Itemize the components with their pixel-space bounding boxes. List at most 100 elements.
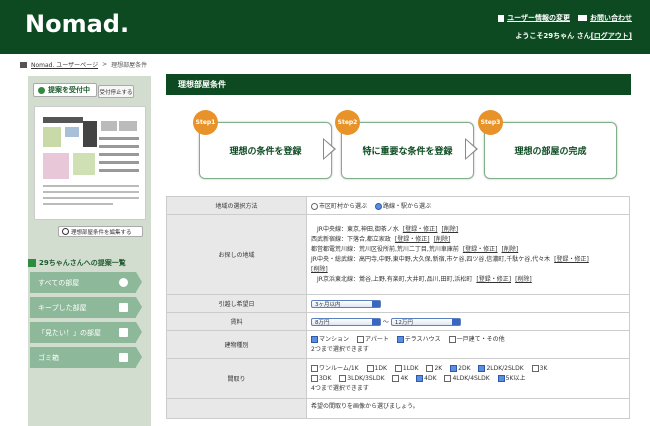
layout-option-label: 1LDK bbox=[402, 364, 419, 372]
delete-link[interactable]: [削除] bbox=[502, 246, 519, 253]
layout-option[interactable]: 3K bbox=[531, 364, 547, 372]
area-method-option-city[interactable]: 市区町村から選ぶ bbox=[311, 203, 367, 210]
checkbox[interactable] bbox=[366, 364, 374, 372]
area-method-value: 市区町村から選ぶ 路線・駅から選ぶ bbox=[306, 196, 630, 215]
rent-max-select[interactable]: 12万円 bbox=[390, 318, 461, 327]
building-type-option-label: 一戸建て・その他 bbox=[456, 335, 505, 343]
user-info-change-link[interactable]: ユーザー情報の変更 bbox=[498, 13, 570, 23]
contact-label: お問い合わせ bbox=[590, 14, 632, 22]
layout-value: ワンルーム/1K 1DK 1LDK 2K 2DK 2LDK/2SLDK 3K 3… bbox=[306, 358, 630, 399]
layout-option[interactable]: 4DK bbox=[416, 374, 437, 382]
register-edit-link[interactable]: [登録・修正] bbox=[554, 256, 589, 263]
building-type-option-label: テラスハウス bbox=[404, 335, 441, 343]
layout-option[interactable]: 3DK bbox=[311, 374, 332, 382]
radio[interactable] bbox=[311, 203, 318, 210]
register-edit-link[interactable]: [登録・修正] bbox=[463, 246, 498, 253]
step-3-badge: Step3 bbox=[478, 110, 503, 135]
menu-want-to-see-label: 「見たい！」の部屋 bbox=[38, 328, 101, 337]
checkbox-checked[interactable] bbox=[450, 364, 458, 372]
area-method-option-city-label: 市区町村から選ぶ bbox=[319, 203, 368, 210]
layout-option[interactable]: 1DK bbox=[366, 364, 387, 372]
building-type-option[interactable]: マンション bbox=[311, 335, 349, 343]
checkbox[interactable] bbox=[339, 374, 347, 382]
building-type-label: 建物種別 bbox=[166, 330, 307, 359]
logo[interactable]: Nomad. bbox=[25, 10, 129, 38]
delete-link[interactable]: [削除] bbox=[441, 226, 458, 233]
register-edit-link[interactable]: [登録・修正] bbox=[403, 226, 438, 233]
layout-option[interactable]: 2K bbox=[426, 364, 442, 372]
checkbox[interactable] bbox=[356, 335, 364, 343]
breadcrumb-home[interactable]: Nomad. ユーザーページ bbox=[31, 60, 98, 69]
layout-option-label: 4LDK/4SLDK bbox=[452, 374, 490, 382]
layout-option-label: 2DK bbox=[458, 364, 471, 372]
register-edit-link[interactable]: [登録・修正] bbox=[395, 236, 430, 243]
move-date-label: 引越し希望日 bbox=[166, 294, 307, 313]
layout-option[interactable]: 4K bbox=[392, 374, 408, 382]
step-arrow bbox=[465, 138, 478, 160]
checkbox[interactable] bbox=[448, 335, 456, 343]
download-icon bbox=[38, 86, 45, 94]
preferred-layout-label bbox=[166, 398, 307, 419]
rent-max-selected: 12万円 bbox=[394, 320, 413, 327]
contact-link[interactable]: お問い合わせ bbox=[578, 13, 632, 23]
layout-row-1: ワンルーム/1K 1DK 1LDK 2K 2DK 2LDK/2SLDK 3K bbox=[311, 364, 625, 374]
delete-link[interactable]: [削除] bbox=[434, 236, 451, 243]
delete-link[interactable]: [削除] bbox=[311, 266, 328, 273]
layout-option[interactable]: 1LDK bbox=[394, 364, 419, 372]
stop-accepting-button[interactable]: 受付停止する bbox=[98, 85, 134, 98]
step-3-label: 理想の部屋の完成 bbox=[514, 147, 587, 157]
row-preferred-layout: 希望の間取りを画像から選びましょう。 bbox=[166, 398, 630, 419]
building-type-option[interactable]: アパート bbox=[356, 335, 389, 343]
menu-all-rooms[interactable]: すべての部屋 bbox=[30, 272, 142, 293]
layout-option[interactable]: 2DK bbox=[450, 364, 471, 372]
checkbox[interactable] bbox=[426, 364, 434, 372]
row-search-area: お探しの地域 JR中央線：東京,神田,御茶ノ水 [登録・修正] [削除] 西武新宿線… bbox=[166, 214, 630, 295]
move-date-select[interactable]: 3ヶ月以内 bbox=[311, 299, 381, 308]
breadcrumb-current: 理想部屋条件 bbox=[111, 62, 148, 69]
checkbox-checked[interactable] bbox=[416, 374, 424, 382]
move-date-selected: 3ヶ月以内 bbox=[315, 301, 341, 308]
user-info-change-label: ユーザー情報の変更 bbox=[507, 14, 570, 22]
accept-proposals-button[interactable]: 提案を受付中 bbox=[33, 83, 97, 97]
checkbox[interactable] bbox=[444, 374, 452, 382]
checkbox[interactable] bbox=[392, 374, 400, 382]
building-type-note: 2つまで選択できます bbox=[311, 345, 369, 353]
checkbox[interactable] bbox=[531, 364, 539, 372]
layout-option[interactable]: 3LDK/3SLDK bbox=[339, 374, 385, 382]
welcome-text: ようこそ29ちゃん さん bbox=[515, 32, 591, 40]
layout-option-label: 5K以上 bbox=[505, 374, 526, 382]
area-line-text: JR京浜東北線：鶯谷,上野,有楽町,大井町,品川,田町,浜松町 bbox=[317, 275, 473, 283]
radio-selected[interactable] bbox=[374, 203, 382, 210]
header-links: ユーザー情報の変更 お問い合わせ bbox=[498, 13, 632, 23]
checkbox-checked[interactable] bbox=[478, 364, 486, 372]
checkbox[interactable] bbox=[311, 364, 318, 372]
logout-link[interactable]: [ログアウト] bbox=[591, 32, 632, 40]
checkbox-checked[interactable] bbox=[396, 335, 404, 343]
layout-option-label: 2LDK/2SLDK bbox=[486, 364, 524, 372]
layout-option[interactable]: 5K以上 bbox=[497, 374, 526, 382]
site-header: Nomad. ユーザー情報の変更 お問い合わせ ようこそ29ちゃん さん[ログア… bbox=[0, 0, 650, 54]
register-edit-link[interactable]: [登録・修正] bbox=[476, 276, 511, 283]
building-type-option[interactable]: 一戸建て・その他 bbox=[448, 335, 505, 343]
layout-option[interactable]: 2LDK/2SLDK bbox=[478, 364, 524, 372]
step-2-badge: Step2 bbox=[335, 110, 360, 135]
building-type-option[interactable]: テラスハウス bbox=[396, 335, 441, 343]
layout-option[interactable]: 4LDK/4SLDK bbox=[444, 374, 490, 382]
checkbox[interactable] bbox=[311, 374, 318, 382]
menu-trash[interactable]: ゴミ箱 bbox=[30, 347, 142, 368]
area-method-option-station[interactable]: 路線・駅から選ぶ bbox=[374, 203, 431, 210]
step-1-badge: Step1 bbox=[193, 110, 218, 135]
menu-want-to-see[interactable]: 「見たい！」の部屋 bbox=[30, 322, 142, 343]
conditions-thumbnail[interactable] bbox=[34, 106, 146, 220]
area-line-text: JR中央線：東京,神田,御茶ノ水 bbox=[317, 225, 399, 233]
step-2-box: 特に重要な条件を登録 bbox=[341, 122, 474, 179]
layout-option[interactable]: ワンルーム/1K bbox=[311, 364, 359, 372]
delete-link[interactable]: [削除] bbox=[515, 276, 532, 283]
checkbox[interactable] bbox=[394, 364, 402, 372]
edit-conditions-button[interactable]: 理想部屋条件を編集する bbox=[58, 226, 143, 237]
menu-kept-rooms[interactable]: キープした部屋 bbox=[30, 297, 142, 318]
rent-min-select[interactable]: 8万円 bbox=[311, 318, 381, 327]
checkbox-checked[interactable] bbox=[311, 335, 318, 343]
layout-option-label: 3DK bbox=[319, 374, 332, 382]
checkbox-checked[interactable] bbox=[497, 374, 505, 382]
